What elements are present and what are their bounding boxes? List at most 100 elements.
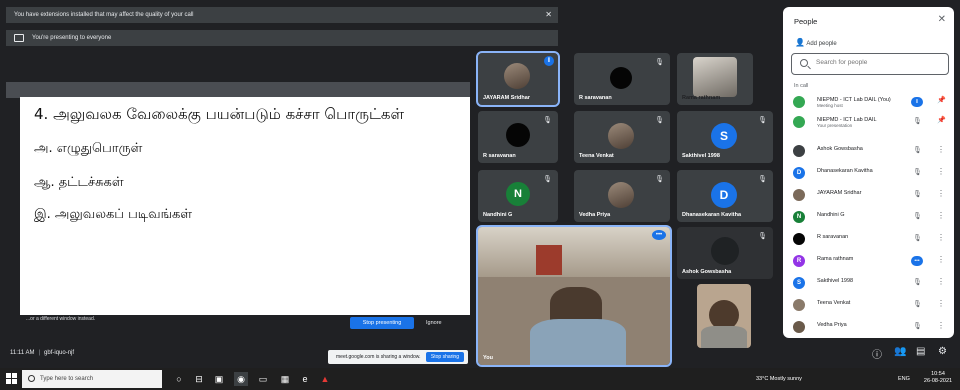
search-icon [800,59,808,67]
close-icon[interactable]: ✕ [938,14,946,25]
participant-tile[interactable]: 🎙 Ashok Gowsbasha [677,227,773,279]
participant-tile[interactable]: N 🎙 Nandhini G [478,170,558,222]
activities-icon[interactable]: ⚙ [938,346,947,357]
more-options-icon[interactable]: ⋮ [937,277,945,286]
search-input[interactable] [816,59,936,66]
participant-name: You [483,355,493,361]
windows-start-icon[interactable] [6,373,18,385]
add-people-button[interactable]: 👤 Add people [795,38,837,47]
people-panel: People ✕ 👤 Add people In call NIEPMD - I… [783,7,954,338]
stop-presenting-button[interactable]: Stop presenting [350,317,414,329]
participant-role: Your presentation [817,123,853,128]
slide-line-4: இ. அலுவலகப் படிவங்கள் [34,207,192,222]
participant-name: R saravanan [579,95,612,101]
more-options-icon[interactable]: ⋮ [937,321,945,330]
share-prompt: ...or a different window instead. Stop p… [6,315,470,337]
participant-row[interactable]: Vedha Priya 🎙 ⋮ [791,318,949,336]
mic-off-icon: 🎙 [758,233,767,240]
participant-row[interactable]: S Sakthivel 1998 🎙 ⋮ [791,274,949,292]
chat-icon[interactable]: ▤ [916,346,925,357]
edge-icon[interactable]: e [298,372,312,386]
mic-off-icon: 🎙 [913,191,922,198]
task-view-icon[interactable]: ○ [172,372,186,386]
pin-icon[interactable]: 📌 [937,116,946,124]
taskbar-app-icon[interactable]: ⊟ [192,372,206,386]
participant-name: Teena Venkat [579,153,614,159]
video-background [478,227,670,277]
stop-sharing-button[interactable]: Stop sharing [425,352,464,362]
avatar [506,123,530,147]
avatar [793,116,805,128]
participant-row[interactable]: R saravanan 🎙 ⋮ [791,230,949,248]
participant-tile[interactable]: 🎙 Teena Venkat [574,111,670,163]
clock-date: 26-08-2021 [923,378,953,384]
participant-name: Vedha Priya [817,322,847,328]
participant-name: Sakthivel 1998 [817,278,854,284]
mic-off-icon: 🎙 [913,169,922,176]
taskbar-app-icon[interactable]: ▦ [278,372,292,386]
taskbar-app-icon[interactable]: ▣ [212,372,226,386]
more-options-icon[interactable]: ⋮ [937,211,945,220]
self-video-tile[interactable]: ••• You [476,225,672,367]
meeting-code[interactable]: gbf-iquo-njf [44,350,74,356]
participant-row[interactable]: JAYARAM Sridhar 🎙 ⋮ [791,186,949,204]
more-options-icon[interactable]: ⋮ [937,145,945,154]
language-indicator[interactable]: ENG [898,376,910,382]
participant-row[interactable]: NIEPMD - ICT Lab DAIL (You) Meeting host … [791,93,949,111]
participant-tile[interactable]: S 🎙 Sakthivel 1998 [677,111,773,163]
slide-line-2: அ. எழுதுபொருள் [34,141,143,156]
avatar [608,182,634,208]
participant-row[interactable]: N Nandhini G 🎙 ⋮ [791,208,949,226]
divider: | [38,350,41,356]
search-people[interactable] [791,53,949,75]
more-options-icon[interactable]: ••• [652,230,666,240]
taskbar-search[interactable]: Type here to search [22,370,162,388]
participant-name: NIEPMD - ICT Lab DAIL Your presentation [817,117,877,129]
info-icon[interactable]: ⓘ [872,346,882,361]
participant-name: R saravanan [483,153,516,159]
more-options-icon[interactable]: ⋮ [937,233,945,242]
avatar [711,237,739,265]
meeting-details: 11:11 AM | gbf-iquo-njf [10,350,74,356]
people-icon[interactable]: 👥 [894,346,906,357]
participant-name: Ashok Gowsbasha [817,146,863,152]
avatar: R [793,255,805,267]
mic-off-icon: 🎙 [913,213,922,220]
participant-row[interactable]: NIEPMD - ICT Lab DAIL Your presentation 🎙… [791,113,949,131]
participant-tile[interactable]: 🎙 R saravanan [574,53,670,105]
avatar [793,299,805,311]
avatar [693,57,737,97]
presenting-banner: You're presenting to everyone [6,30,558,46]
meet-window: You have extensions installed that may a… [0,0,960,390]
more-options-icon[interactable]: ⋮ [937,255,945,264]
participant-tile[interactable]: D 🎙 Dhanasekaran Kavitha [677,170,773,222]
participant-row[interactable]: Teena Venkat 🎙 ⋮ [791,296,949,314]
person-video [701,326,747,348]
more-options-icon[interactable]: ⋮ [937,189,945,198]
avatar [608,123,634,149]
close-icon[interactable]: ✕ [545,7,552,23]
chrome-icon[interactable]: ◉ [234,372,248,386]
weather-text[interactable]: 33°C Mostly sunny [756,376,802,382]
pdf-icon[interactable]: ▲ [318,372,332,386]
participant-name: R saravanan [817,234,849,240]
participant-tile[interactable]: 🎙 Vedha Priya [574,170,670,222]
folder-icon[interactable]: ▭ [256,372,270,386]
avatar [504,63,530,89]
search-icon [28,375,35,382]
participant-name: JAYARAM Sridhar [483,95,530,101]
more-options-icon[interactable]: ⋮ [937,167,945,176]
participant-row[interactable]: Ashok Gowsbasha 🎙 ⋮ [791,142,949,160]
more-options-icon[interactable]: ⋮ [937,299,945,308]
participant-tile[interactable]: Rama rathnam [677,53,753,105]
pin-icon[interactable]: 📌 [937,96,946,104]
participant-name: NIEPMD - ICT Lab DAIL (You) Meeting host [817,97,891,109]
participant-tile[interactable]: 🎙 R saravanan [478,111,558,163]
ignore-button[interactable]: Ignore [426,317,442,329]
participant-tile[interactable]: ⦀ JAYARAM Sridhar [476,51,560,107]
participant-row[interactable]: R Rama rathnam ••• ⋮ [791,252,949,270]
participant-video-tile[interactable] [697,284,751,348]
participant-row[interactable]: D Dhanasekaran Kavitha 🎙 ⋮ [791,164,949,182]
clock-time: 10:54 [931,371,945,377]
clock[interactable]: 10:54 26-08-2021 [922,371,954,385]
